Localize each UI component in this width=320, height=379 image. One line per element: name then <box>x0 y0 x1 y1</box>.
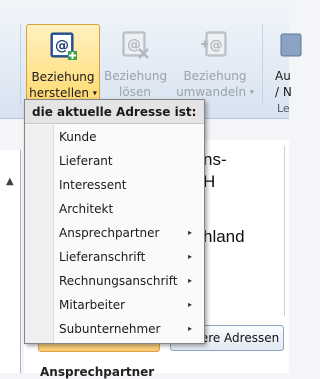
chevron-down-icon: ▾ <box>92 88 97 98</box>
partial-button-label-2: / N <box>275 85 292 99</box>
svg-text:@: @ <box>55 38 69 54</box>
menu-item-label: Architekt <box>59 202 114 216</box>
scroll-up-icon[interactable]: ▲ <box>6 176 14 187</box>
beziehung-umwandeln-label-2: umwandeln <box>176 85 247 99</box>
card-text-line-3: hland <box>203 227 245 246</box>
menu-item-kunde[interactable]: Kunde <box>25 125 204 149</box>
beziehung-umwandeln-label-1: Beziehung <box>183 69 247 83</box>
ansprechpartner-section-label: Ansprechpartner <box>40 365 155 379</box>
beziehung-loesen-label-2: lösen <box>119 85 151 99</box>
menu-item-subunternehmer[interactable]: Subunternehmer ▸ <box>25 317 204 341</box>
partial-button-icon <box>280 33 302 57</box>
chevron-down-icon: ▾ <box>249 87 254 97</box>
menu-item-label: Subunternehmer <box>59 322 161 336</box>
menu-item-interessent[interactable]: Interessent <box>25 173 204 197</box>
submenu-arrow-icon: ▸ <box>187 324 192 333</box>
submenu-arrow-icon: ▸ <box>187 276 192 285</box>
menu-item-ansprechpartner[interactable]: Ansprechpartner ▸ <box>25 221 204 245</box>
submenu-arrow-icon: ▸ <box>187 252 192 261</box>
address-card-remove-icon: @ <box>122 31 149 59</box>
submenu-arrow-icon: ▸ <box>187 300 192 309</box>
address-card-at-icon: @ <box>50 32 77 60</box>
weitere-adressen-label: itere Adressen <box>192 331 280 345</box>
menu-item-rechnungsanschrift[interactable]: Rechnungsanschrift ▸ <box>25 269 204 293</box>
beziehung-herstellen-label-2: herstellen <box>29 86 90 100</box>
menu-item-label: Interessent <box>59 178 127 192</box>
menu-item-lieferant[interactable]: Lieferant <box>25 149 204 173</box>
menu-item-architekt[interactable]: Architekt <box>25 197 204 221</box>
partial-button-label-1: Au <box>275 69 291 83</box>
menu-item-mitarbeiter[interactable]: Mitarbeiter ▸ <box>25 293 204 317</box>
menu-item-label: Lieferant <box>59 154 113 168</box>
ribbon-group-label: Le <box>277 102 290 115</box>
beziehung-herstellen-button[interactable]: @ Beziehung herstellen ▾ <box>26 24 100 108</box>
card-border <box>284 146 289 316</box>
beziehung-loesen-label-1: Beziehung <box>104 69 168 83</box>
submenu-arrow-icon: ▸ <box>187 228 192 237</box>
address-card-convert-icon: @ <box>201 31 227 57</box>
ribbon-separator <box>20 24 21 104</box>
menu-item-label: Lieferanschrift <box>59 250 146 264</box>
beziehung-herstellen-label-1: Beziehung <box>31 70 95 84</box>
ribbon-separator <box>262 24 263 104</box>
menu-item-label: Mitarbeiter <box>59 298 126 312</box>
beziehung-dropdown-menu: die aktuelle Adresse ist: Kunde Lieferan… <box>24 99 205 344</box>
beziehung-umwandeln-button[interactable]: @ Beziehung umwandeln ▾ <box>172 24 258 106</box>
beziehung-loesen-button[interactable]: @ Beziehung lösen <box>104 24 168 106</box>
menu-item-lieferanschrift[interactable]: Lieferanschrift ▸ <box>25 245 204 269</box>
menu-item-label: Rechnungsanschrift <box>59 274 178 288</box>
svg-text:@: @ <box>210 38 223 53</box>
card-text-line-1: ns- <box>203 150 227 169</box>
menu-item-label: Ansprechpartner <box>59 226 160 240</box>
partial-ribbon-button[interactable]: Au / N <box>266 24 306 106</box>
menu-header: die aktuelle Adresse ist: <box>25 100 204 124</box>
menu-item-label: Kunde <box>59 130 97 144</box>
